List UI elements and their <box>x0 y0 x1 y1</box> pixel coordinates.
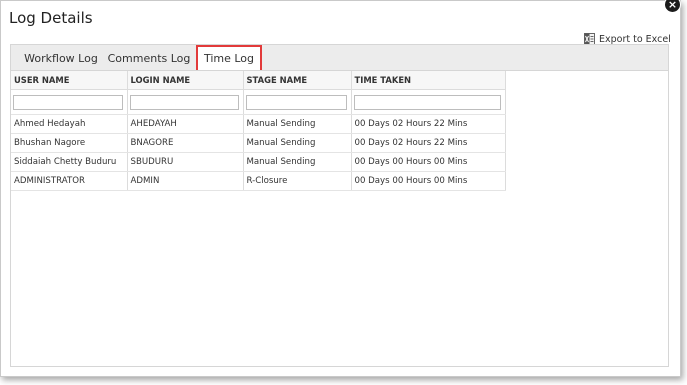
filter-row <box>11 89 506 115</box>
log-details-dialog: Log Details Export to Excel Workflow Log… <box>0 0 681 377</box>
cell-stage-name: Manual Sending <box>243 152 352 172</box>
cell-time-taken: 00 Days 02 Hours 22 Mins <box>351 133 506 153</box>
cell-login-name: BNAGORE <box>127 133 244 153</box>
time-taken-filter-input[interactable] <box>353 94 501 110</box>
cell-time-taken: 00 Days 00 Hours 00 Mins <box>351 152 506 172</box>
time-log-panel: USER NAME LOGIN NAME STAGE NAME TIME TAK… <box>10 70 669 367</box>
tab-time-log[interactable]: Time Log <box>196 45 262 72</box>
column-header-time-taken[interactable]: TIME TAKEN <box>351 71 506 90</box>
cell-user-name: Bhushan Nagore <box>11 133 128 153</box>
close-icon: × <box>667 0 678 11</box>
cell-login-name: AHEDAYAH <box>127 114 244 134</box>
cell-login-name: ADMIN <box>127 171 244 191</box>
cell-stage-name: Manual Sending <box>243 114 352 134</box>
column-header-stage-name[interactable]: STAGE NAME <box>243 71 352 90</box>
table-header-row: USER NAME LOGIN NAME STAGE NAME TIME TAK… <box>11 71 506 90</box>
cell-login-name: SBUDURU <box>127 152 244 172</box>
table-row[interactable]: ADMINISTRATOR ADMIN R-Closure 00 Days 00… <box>11 171 506 191</box>
dialog-title: Log Details <box>9 9 93 27</box>
cell-user-name: ADMINISTRATOR <box>11 171 128 191</box>
tab-bar: Workflow Log Comments Log Time Log <box>10 44 669 72</box>
cell-user-name: Siddaiah Chetty Buduru <box>11 152 128 172</box>
column-header-login-name[interactable]: LOGIN NAME <box>127 71 244 90</box>
cell-stage-name: R-Closure <box>243 171 352 191</box>
stage-name-filter-input[interactable] <box>245 94 347 110</box>
export-label: Export to Excel <box>599 33 671 45</box>
table-row[interactable]: Ahmed Hedayah AHEDAYAH Manual Sending 00… <box>11 114 506 134</box>
user-name-filter-input[interactable] <box>13 94 123 110</box>
cell-time-taken: 00 Days 02 Hours 22 Mins <box>351 114 506 134</box>
tab-workflow-log[interactable]: Workflow Log <box>17 45 105 71</box>
column-header-user-name[interactable]: USER NAME <box>11 71 128 90</box>
cell-stage-name: Manual Sending <box>243 133 352 153</box>
cell-user-name: Ahmed Hedayah <box>11 114 128 134</box>
table-row[interactable]: Bhushan Nagore BNAGORE Manual Sending 00… <box>11 133 506 153</box>
time-log-table: USER NAME LOGIN NAME STAGE NAME TIME TAK… <box>11 71 506 191</box>
table-row[interactable]: Siddaiah Chetty Buduru SBUDURU Manual Se… <box>11 152 506 172</box>
tab-comments-log[interactable]: Comments Log <box>107 45 191 71</box>
cell-time-taken: 00 Days 00 Hours 00 Mins <box>351 171 506 191</box>
login-name-filter-input[interactable] <box>129 94 239 110</box>
